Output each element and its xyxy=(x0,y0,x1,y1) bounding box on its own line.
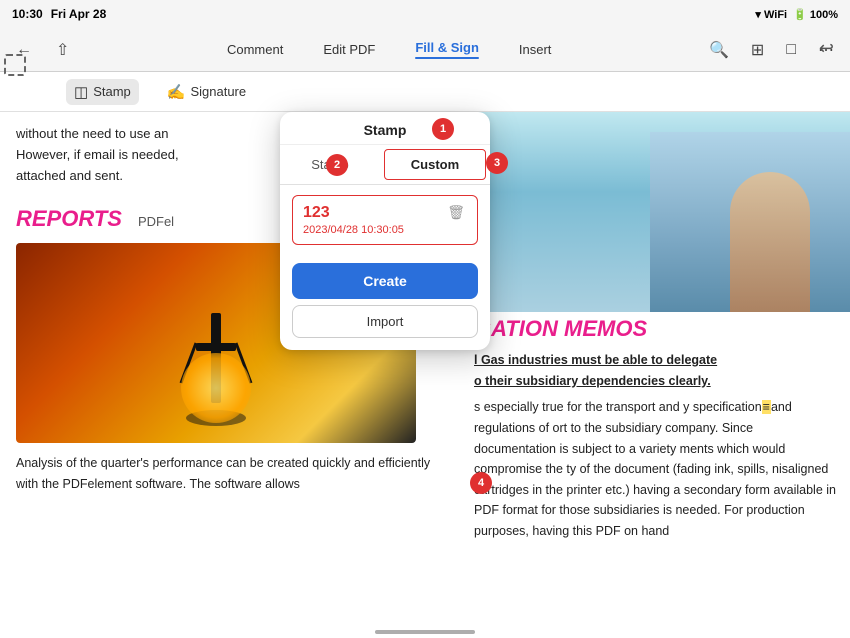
status-day: Fri Apr 28 xyxy=(51,7,107,21)
gation-memos-heading: GATION MEMOS xyxy=(460,312,850,346)
stamp-item-date: 2023/04/28 10:30:05 xyxy=(303,224,404,236)
grid-icon[interactable]: ⊞ xyxy=(747,36,768,64)
stamp-import-button[interactable]: Import xyxy=(292,305,478,338)
tab-comment[interactable]: Comment xyxy=(219,38,291,61)
gas-text-line2: o their subsidiary dependencies clearly. xyxy=(474,374,711,388)
stamp-popup-title: Stamp xyxy=(280,112,490,145)
main-toolbar: ← ⇧ Comment Edit PDF Fill & Sign Insert … xyxy=(0,28,850,72)
stamp-icon: ◫ xyxy=(74,83,88,101)
selection-tool xyxy=(4,54,26,76)
badge-2: 2 xyxy=(326,154,348,176)
home-bar xyxy=(375,630,475,634)
badge-1: 1 xyxy=(432,118,454,140)
stamp-item-number: 123 xyxy=(303,204,404,222)
wifi-icon: ▾ WiFi xyxy=(755,8,787,21)
status-time: 10:30 xyxy=(12,7,43,21)
doc-subheading: PDFel xyxy=(138,214,174,229)
badge-3: 3 xyxy=(486,152,508,174)
doc-right-image xyxy=(460,112,850,312)
tab-fill-sign[interactable]: Fill & Sign xyxy=(407,36,487,63)
battery-icon: 🔋 100% xyxy=(793,8,838,21)
undo-button[interactable]: ↩ xyxy=(815,34,838,63)
signature-icon: ✍ xyxy=(167,83,186,101)
share-button[interactable]: ⇧ xyxy=(52,36,73,64)
search-icon[interactable]: 🔍 xyxy=(705,36,733,64)
stamp-create-button[interactable]: Create xyxy=(292,263,478,299)
sub-toolbar: ◫ Stamp ✍ Signature xyxy=(0,72,850,112)
doc-text-line1: without the need to use an xyxy=(16,126,169,141)
gas-text-line1: l Gas industries must be able to delegat… xyxy=(474,353,717,367)
signature-button[interactable]: ✍ Signature xyxy=(159,79,254,105)
window-icon[interactable]: □ xyxy=(782,37,800,63)
stamp-item: 123 2023/04/28 10:30:05 🗑 xyxy=(292,195,478,245)
doc-text-line2: However, if email is needed, xyxy=(16,147,179,162)
stamp-tabs: Stamp Custom xyxy=(280,145,490,185)
badge-4: 4 xyxy=(470,472,492,494)
tab-insert[interactable]: Insert xyxy=(511,38,560,61)
tab-edit-pdf[interactable]: Edit PDF xyxy=(315,38,383,61)
status-bar: 10:30 Fri Apr 28 ▾ WiFi 🔋 100% xyxy=(0,0,850,28)
doc-right-text: l Gas industries must be able to delegat… xyxy=(460,346,850,546)
stamp-delete-button[interactable]: 🗑 xyxy=(445,204,467,221)
reports-heading: REPORTS xyxy=(16,206,122,232)
doc-right-panel: GATION MEMOS l Gas industries must be ab… xyxy=(460,112,850,638)
doc-text-line3: attached and sent. xyxy=(16,168,123,183)
stamp-tab-custom[interactable]: Custom xyxy=(384,149,486,180)
main-content: without the need to use an However, if e… xyxy=(0,112,850,638)
doc-bottom-text: Analysis of the quarter's performance ca… xyxy=(0,443,460,504)
highlight-text: ≡ xyxy=(762,400,771,414)
gation-memos-text: GATION MEMOS xyxy=(474,316,647,341)
stamp-button[interactable]: ◫ Stamp xyxy=(66,79,139,105)
stamp-popup: Stamp Stamp Custom 123 2023/04/28 10:30:… xyxy=(280,112,490,350)
